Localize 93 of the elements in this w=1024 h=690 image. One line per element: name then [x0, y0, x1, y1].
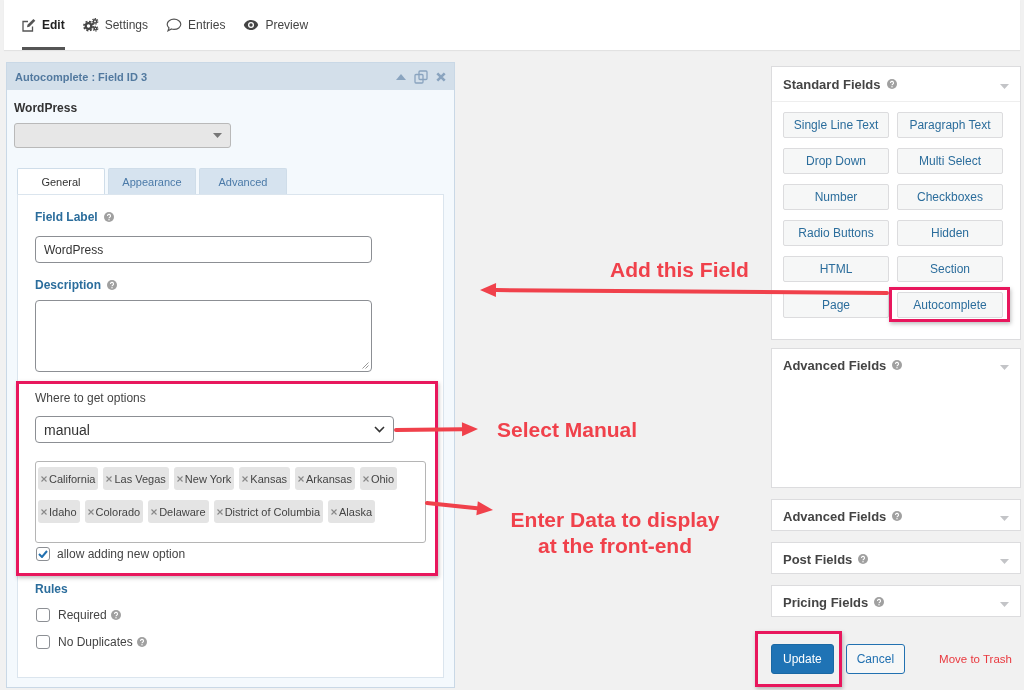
x-icon[interactable]: [242, 475, 249, 482]
resize-handle-icon[interactable]: [361, 361, 369, 369]
x-icon[interactable]: [87, 508, 94, 515]
help-icon[interactable]: [886, 79, 897, 89]
field-type-button[interactable]: Radio Buttons: [783, 220, 889, 246]
speech-bubble-icon: [166, 18, 183, 32]
text-field[interactable]: WordPress: [35, 236, 372, 263]
caret-icon: [1000, 516, 1009, 521]
field-type-button[interactable]: Single Line Text: [783, 112, 889, 138]
panel-title: Autocomplete : Field ID 3: [15, 70, 148, 83]
field-type-button[interactable]: Paragraph Text: [897, 112, 1003, 138]
field-type-button[interactable]: Autocomplete: [897, 292, 1003, 318]
panel-title: Pricing Fields: [783, 594, 869, 610]
x-icon[interactable]: [41, 508, 47, 515]
option-tag[interactable]: Idaho: [38, 500, 80, 523]
annotation-label: Select Manual: [497, 417, 638, 443]
checkbox-label: Required: [58, 608, 107, 622]
tab[interactable]: Preview: [243, 0, 309, 50]
panel-title: Post Fields: [783, 551, 853, 567]
option-tag[interactable]: Kansas: [239, 467, 291, 490]
close-icon[interactable]: [436, 71, 446, 82]
option-tag[interactable]: Alaska: [328, 500, 376, 523]
x-icon[interactable]: [216, 508, 223, 515]
tab[interactable]: Settings: [82, 0, 149, 50]
edit-icon: [22, 18, 36, 32]
caret-icon: [1000, 602, 1009, 607]
tab[interactable]: Edit: [22, 0, 65, 50]
help-icon[interactable]: [107, 280, 117, 290]
tab[interactable]: Advanced: [199, 168, 287, 194]
field-preview-label: WordPress: [14, 101, 79, 115]
panel-title: Advanced Fields: [783, 357, 887, 373]
annotation-arrow: [425, 501, 493, 516]
tags-field[interactable]: California Las Vegas New York Kansas Arkansas Ohio Idaho Colorado Delaware District of Columbia Alaska: [35, 461, 426, 543]
field-type-button[interactable]: Section: [897, 256, 1003, 282]
triangle-up-icon[interactable]: [396, 73, 406, 80]
update-button[interactable]: Update: [771, 644, 834, 674]
field-label: Field Label: [35, 210, 98, 224]
caret-icon: [1000, 84, 1009, 89]
help-icon[interactable]: [110, 610, 121, 620]
gears-icon: [82, 18, 99, 32]
checkbox[interactable]: [36, 547, 50, 561]
caret-icon: [1000, 365, 1009, 370]
help-icon[interactable]: [858, 554, 869, 564]
field-type-button[interactable]: Number: [783, 184, 889, 210]
help-icon[interactable]: [103, 212, 114, 222]
field-label: Where to get options: [35, 391, 147, 405]
x-icon[interactable]: [331, 508, 337, 515]
x-icon[interactable]: [106, 475, 113, 482]
help-icon[interactable]: [136, 637, 147, 647]
tab[interactable]: General: [17, 168, 105, 194]
dropdown[interactable]: manual: [35, 416, 394, 443]
help-icon[interactable]: [892, 511, 903, 521]
x-icon[interactable]: [176, 475, 183, 482]
eye-icon: [243, 19, 260, 31]
field-label: Description: [35, 278, 101, 292]
option-tag[interactable]: Arkansas: [295, 467, 355, 490]
checkbox[interactable]: [36, 635, 50, 649]
option-tag[interactable]: District of Columbia: [213, 500, 323, 523]
annotation-label: Add this Field: [610, 257, 749, 283]
annotation-label: Enter Data to display at the front-end: [509, 507, 721, 559]
option-tag[interactable]: Ohio: [359, 467, 398, 490]
panel-title: Advanced Fields: [783, 508, 887, 524]
x-icon[interactable]: [151, 508, 158, 515]
section-heading: Rules: [35, 582, 69, 596]
option-tag[interactable]: California: [38, 467, 99, 490]
field-type-button[interactable]: Multi Select: [897, 148, 1003, 174]
option-tag[interactable]: Delaware: [148, 500, 209, 523]
option-tag[interactable]: New York: [173, 467, 235, 490]
textarea-field[interactable]: [35, 300, 372, 372]
overlapping-squares-icon[interactable]: [414, 69, 428, 84]
checkbox[interactable]: [36, 608, 50, 622]
field-type-button[interactable]: Checkboxes: [897, 184, 1003, 210]
field-type-button[interactable]: HTML: [783, 256, 889, 282]
trash-link[interactable]: Move to Trash: [939, 653, 1012, 665]
panel-title: Standard Fields: [783, 76, 881, 92]
checkbox-label: No Duplicates: [58, 635, 133, 649]
help-icon[interactable]: [874, 597, 885, 607]
field-type-button[interactable]: Drop Down: [783, 148, 889, 174]
tab[interactable]: Appearance: [108, 168, 196, 194]
option-tag[interactable]: Colorado: [84, 500, 144, 523]
x-icon[interactable]: [41, 475, 47, 482]
chevron-down-icon: [374, 426, 385, 433]
checkbox-label: allow adding new option: [57, 547, 186, 561]
cancel-button[interactable]: Cancel: [845, 644, 906, 674]
help-icon[interactable]: [892, 360, 903, 370]
caret-icon: [213, 133, 222, 138]
x-icon[interactable]: [298, 475, 305, 482]
caret-icon: [1000, 559, 1009, 564]
option-tag[interactable]: Las Vegas: [103, 467, 169, 490]
check-icon: [38, 550, 48, 558]
tab[interactable]: Entries: [166, 0, 226, 50]
field-type-button[interactable]: Hidden: [897, 220, 1003, 246]
x-icon[interactable]: [362, 475, 369, 482]
